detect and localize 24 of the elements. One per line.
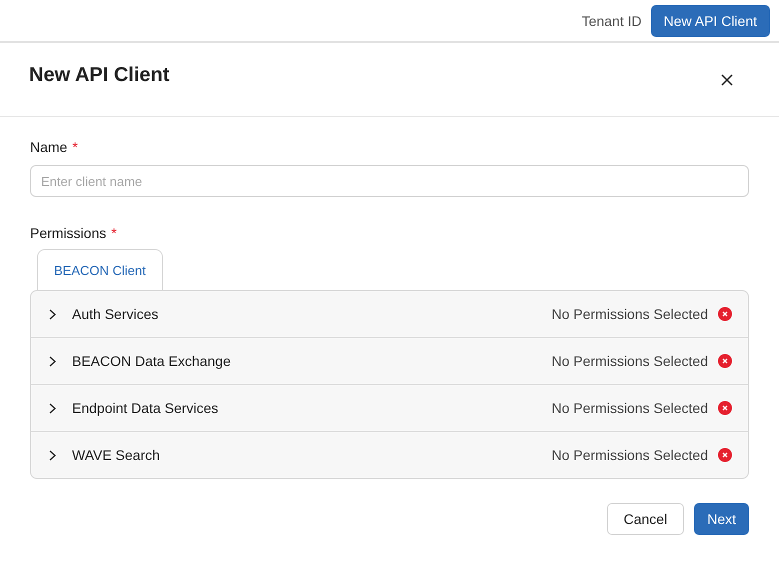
dialog-title: New API Client xyxy=(29,64,170,87)
permission-row[interactable]: Auth Services No Permissions Selected xyxy=(31,291,748,337)
field-label: Name xyxy=(30,139,68,155)
next-button[interactable]: Next xyxy=(694,503,749,535)
row-title: BEACON Data Exchange xyxy=(72,353,232,369)
row-title: Auth Services xyxy=(72,306,160,322)
permission-row[interactable]: WAVE Search No Permissions Selected xyxy=(31,431,748,478)
tenant-id-label: Tenant ID xyxy=(582,12,642,28)
row-title: WAVE Search xyxy=(72,447,161,463)
cancel-button[interactable]: Cancel xyxy=(606,503,684,535)
tab[interactable]: BEACON Client xyxy=(37,249,163,290)
required-mark: * xyxy=(72,139,78,155)
permission-row[interactable]: BEACON Data Exchange No Permissions Selected xyxy=(31,337,748,384)
status-text: No Permissions Selected xyxy=(552,306,708,322)
field-label: Permissions xyxy=(30,225,106,241)
status-text: No Permissions Selected xyxy=(552,447,708,463)
required-mark: * xyxy=(111,225,117,241)
permission-row[interactable]: Endpoint Data Services No Permissions Selected xyxy=(31,384,748,431)
input-field[interactable]: Enter client name xyxy=(30,165,749,197)
close-icon[interactable] xyxy=(721,74,733,86)
status-text: No Permissions Selected xyxy=(552,400,708,416)
row-title: Endpoint Data Services xyxy=(72,400,220,416)
new-api-client-button[interactable]: New API Client xyxy=(650,4,770,36)
status-text: No Permissions Selected xyxy=(552,353,708,369)
